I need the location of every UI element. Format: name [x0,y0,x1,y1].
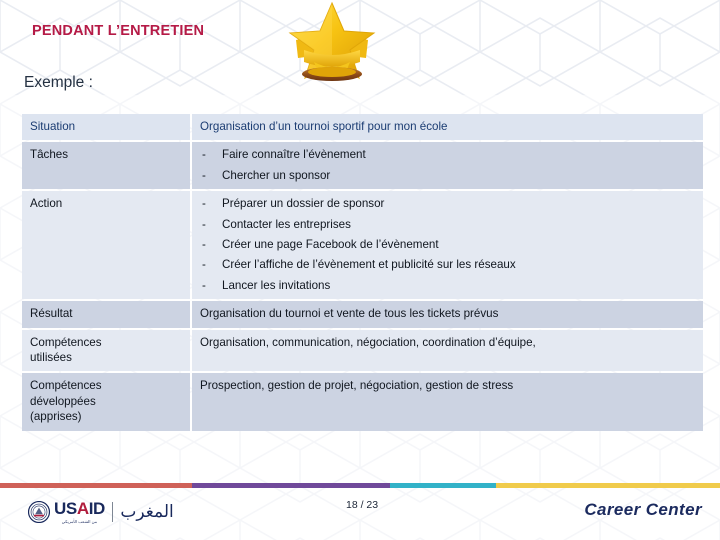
list-item: - Créer une page Facebook de l’évènement [200,237,695,252]
bullet-list: - Préparer un dossier de sponsor - Conta… [200,196,695,293]
row-label: Compétences utilisées [22,329,190,372]
row-label: Action [22,191,190,300]
row-label-line: Compétences [30,335,102,349]
row-label-line: utilisées [30,351,72,365]
table-row: Compétences utilisées Organisation, comm… [22,329,703,372]
row-label-line: (apprises) [30,410,82,424]
usaid-id-text: ID [88,499,106,518]
usaid-country-label: المغرب [120,501,174,522]
usaid-wordmark: USAID [54,500,105,517]
slide-canvas: PENDANT L’ENTRETIEN Exemple : Situation … [0,0,720,540]
usaid-tagline: من الشعب الأمريكي [61,519,98,524]
bullet-marker: - [202,197,206,211]
list-item: - Contacter les entreprises [200,217,695,232]
row-value: - Faire connaître l’évènement - Chercher… [192,142,703,190]
table-row: Situation Organisation d’un tournoi spor… [22,114,703,141]
bullet-list: - Faire connaître l’évènement - Chercher… [200,147,695,183]
list-item-label: Préparer un dossier de sponsor [222,197,385,211]
row-label-line: Compétences [30,379,102,393]
row-value: Organisation, communication, négociation… [192,329,703,372]
footer-bar-segment-purple [192,483,390,488]
row-label: Résultat [22,301,190,328]
gold-star-trophy-icon [288,1,376,81]
row-value: - Préparer un dossier de sponsor - Conta… [192,191,703,300]
footer-bar-segment-teal [390,483,496,488]
list-item-label: Créer une page Facebook de l’évènement [222,238,439,252]
table-row: Tâches - Faire connaître l’évènement - C… [22,142,703,190]
row-value: Organisation d’un tournoi sportif pour m… [192,114,703,141]
footer-color-bar [0,483,720,488]
list-item-label: Contacter les entreprises [222,217,351,231]
bullet-marker: - [202,217,206,231]
page-number: 18 / 23 [346,499,379,511]
row-label: Situation [22,114,190,141]
career-center-brand: Career Center [584,500,702,519]
list-item-label: Lancer les invitations [222,278,331,292]
table-row: Compétences développées (apprises) Prosp… [22,373,703,431]
bullet-marker: - [202,148,206,162]
usaid-logo: USAID من الشعب الأمريكي المغرب [28,496,174,528]
subtitle-exemple: Exemple : [24,74,93,91]
usaid-us-text: US [54,499,77,518]
list-item: - Chercher un sponsor [200,168,695,183]
usaid-a-text: A [76,499,89,518]
list-item-label: Faire connaître l’évènement [222,148,366,162]
table-row: Résultat Organisation du tournoi et vent… [22,301,703,328]
row-label: Compétences développées (apprises) [22,373,190,431]
page-title: PENDANT L’ENTRETIEN [32,23,205,39]
row-label-line: développées [30,394,96,408]
bullet-marker: - [202,238,206,252]
row-value: Prospection, gestion de projet, négociat… [192,373,703,431]
table-row: Action - Préparer un dossier de sponsor … [22,191,703,300]
row-label: Tâches [22,142,190,190]
list-item: - Lancer les invitations [200,278,695,293]
bullet-marker: - [202,278,206,292]
row-value: Organisation du tournoi et vente de tous… [192,301,703,328]
bullet-marker: - [202,258,206,272]
list-item: - Créer l’affiche de l’évènement et publ… [200,257,695,272]
logo-divider [111,502,114,522]
footer-bar-segment-yellow [496,483,720,488]
footer-bar-segment-red [0,483,192,488]
list-item-label: Créer l’affiche de l’évènement et public… [222,258,516,272]
list-item: - Faire connaître l’évènement [200,147,695,162]
usaid-seal-icon [28,501,50,523]
example-table: Situation Organisation d’un tournoi spor… [20,112,705,433]
list-item-label: Chercher un sponsor [222,168,331,182]
list-item: - Préparer un dossier de sponsor [200,196,695,211]
bullet-marker: - [202,168,206,182]
